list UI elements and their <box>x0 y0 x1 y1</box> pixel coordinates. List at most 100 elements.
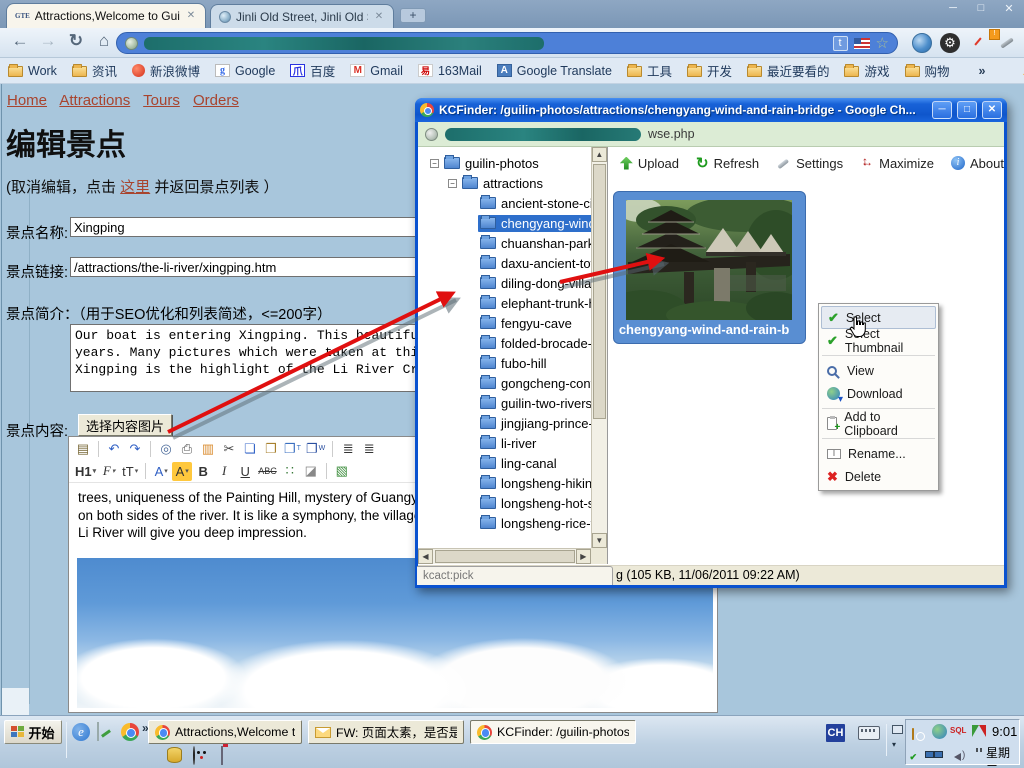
close-button[interactable]: ✕ <box>982 101 1002 119</box>
quicklaunch-database-icon[interactable] <box>167 747 182 763</box>
editor-tool-icon[interactable]: ↷ <box>125 439 145 458</box>
editor-tool-icon[interactable]: ▥ <box>198 439 218 458</box>
language-indicator[interactable]: CH <box>826 724 845 742</box>
choose-content-image-button[interactable]: 选择内容图片 <box>78 414 172 436</box>
scroll-down-icon[interactable]: ▼ <box>592 533 607 548</box>
menu-item-rename[interactable]: Rename... <box>821 442 936 465</box>
tab-jinli[interactable]: Jinli Old Street, Jinli Old Street <box>210 4 394 28</box>
editor-tool-icon[interactable]: ▧ <box>332 462 352 481</box>
translate-icon[interactable]: t <box>833 36 848 51</box>
address-bar[interactable]: t <box>116 32 898 54</box>
editor-tool-icon[interactable]: A▾ <box>151 462 171 481</box>
bookmark-item[interactable]: 工具 <box>627 61 672 80</box>
tree-item-guilin-photos[interactable]: −guilin-photos <box>418 153 607 173</box>
editor-tool-icon[interactable]: H1▾ <box>73 462 98 481</box>
editor-tool-icon[interactable]: ▤ <box>73 439 93 458</box>
editor-tool-icon[interactable]: ↶ <box>104 439 124 458</box>
tree-item-attractions[interactable]: −attractions <box>418 173 607 193</box>
bookmark-item[interactable]: MGmail <box>350 61 403 80</box>
tray-sql-icon[interactable]: SQL <box>950 724 965 739</box>
quicklaunch-chrome-icon[interactable] <box>121 723 139 741</box>
bookmark-item[interactable]: Work <box>8 61 57 80</box>
tree-item-guilin-two-rivers-and[interactable]: guilin-two-rivers-and <box>418 393 607 413</box>
tray-clock-icon[interactable] <box>912 728 914 740</box>
popup-address-bar[interactable]: wse.php <box>418 122 1004 147</box>
scroll-up-icon[interactable]: ▲ <box>592 147 607 162</box>
tree-item-fengyu-cave[interactable]: fengyu-cave <box>418 313 607 333</box>
editor-tool-icon[interactable]: ABC <box>256 462 279 481</box>
close-icon[interactable]: ✕ <box>1000 2 1018 15</box>
nav-tours[interactable]: Tours <box>143 92 180 109</box>
menu-item-select-thumbnail[interactable]: Select Thumbnail <box>821 329 936 352</box>
menu-item-download[interactable]: Download <box>821 382 936 405</box>
editor-tool-icon[interactable]: ✂ <box>219 439 239 458</box>
scroll-right-icon[interactable]: ▶ <box>576 549 591 564</box>
editor-tool-icon[interactable]: ≣ <box>359 439 379 458</box>
editor-tool-icon[interactable]: ❐W <box>304 439 327 458</box>
tree-horizontal-scrollbar[interactable]: ◀ ▶ <box>418 548 591 564</box>
bookmark-item[interactable]: 最近要看的 <box>747 61 830 80</box>
editor-tool-icon[interactable]: A▾ <box>172 462 192 481</box>
tray-globe-icon[interactable] <box>932 724 947 739</box>
about-button[interactable]: i About <box>951 156 1004 171</box>
tree-item-gongcheng-confucia[interactable]: gongcheng-confucia <box>418 373 607 393</box>
cascade-icon[interactable] <box>892 725 903 734</box>
maximize-button[interactable]: ↔↔ Maximize <box>860 156 934 171</box>
tree-item-li-river[interactable]: li-river <box>418 433 607 453</box>
tree-item-jingjiang-prince-city[interactable]: jingjiang-prince-city <box>418 413 607 433</box>
reload-button[interactable]: ↻ <box>64 31 88 51</box>
taskbar-button-attractions[interactable]: Attractions,Welcome to ... <box>148 720 302 744</box>
upload-button[interactable]: Upload <box>620 156 679 171</box>
editor-tool-icon[interactable]: ⎙ <box>177 439 197 458</box>
nav-home[interactable]: Home <box>7 92 47 109</box>
quicklaunch-spray-icon[interactable] <box>221 746 223 765</box>
editor-tool-icon[interactable]: ❐ <box>261 439 281 458</box>
bookmarks-overflow-chevron[interactable]: » <box>979 64 986 78</box>
tree-vertical-scrollbar[interactable]: ▲ ▼ <box>591 147 607 548</box>
bookmark-star-icon[interactable] <box>876 36 889 51</box>
bookmark-item[interactable]: 开发 <box>687 61 732 80</box>
back-button[interactable]: ← <box>8 31 32 51</box>
tree-item-chengyang-wind-an[interactable]: chengyang-wind-an <box>418 213 607 233</box>
extension-globe-icon[interactable] <box>912 33 932 53</box>
menu-item-add-to-clipboard[interactable]: Add to Clipboard <box>821 412 936 435</box>
tray-collapse-arrow[interactable]: ▾ <box>892 740 896 749</box>
cancel-here-link[interactable]: 这里 <box>120 179 150 196</box>
flag-icon[interactable] <box>854 38 870 49</box>
bookmark-item[interactable]: 爪百度 <box>290 61 335 80</box>
restore-icon[interactable]: □ <box>972 2 990 15</box>
tray-triangle-icon[interactable] <box>972 725 986 737</box>
bookmark-item[interactable]: 资讯 <box>72 61 117 80</box>
editor-tool-icon[interactable]: ◎ <box>156 439 176 458</box>
tree-item-ancient-stone-city[interactable]: ancient-stone-city <box>418 193 607 213</box>
bookmark-item[interactable]: gGoogle <box>215 61 275 80</box>
tree-item-fubo-hill[interactable]: fubo-hill <box>418 353 607 373</box>
minimize-icon[interactable]: ─ <box>944 2 962 15</box>
tree-item-diling-dong-village[interactable]: diling-dong-village <box>418 273 607 293</box>
keyboard-icon[interactable] <box>858 726 880 740</box>
settings-button[interactable]: Settings <box>776 156 843 171</box>
collapse-icon[interactable]: − <box>430 159 439 168</box>
maximize-button[interactable]: □ <box>957 101 977 119</box>
tree-item-daxu-ancient-town[interactable]: daxu-ancient-town <box>418 253 607 273</box>
editor-tool-icon[interactable]: ◪ <box>301 462 321 481</box>
editor-tool-icon[interactable]: ≣ <box>338 439 358 458</box>
bookmark-item[interactable]: AGoogle Translate <box>497 61 612 80</box>
tree-item-elephant-trunk-hill[interactable]: elephant-trunk-hill <box>418 293 607 313</box>
tab-attractions[interactable]: GTE Attractions,Welcome to Guilin <box>6 3 206 28</box>
quicklaunch-mail-icon[interactable]: e <box>72 723 90 741</box>
taskbar-button-kcfinder[interactable]: KCFinder: /guilin-photos/... <box>470 720 636 744</box>
extension-gear-icon[interactable] <box>940 33 960 53</box>
bookmark-item[interactable]: 游戏 <box>844 61 889 80</box>
scrollbar-thumb[interactable] <box>593 164 606 419</box>
editor-tool-icon[interactable]: F▾ <box>99 462 119 481</box>
menu-item-delete[interactable]: Delete <box>821 465 936 488</box>
editor-tool-icon[interactable]: ❏ <box>240 439 260 458</box>
refresh-button[interactable]: Refresh <box>696 154 759 172</box>
nav-orders[interactable]: Orders <box>193 92 239 109</box>
selected-thumbnail-tile[interactable]: chengyang-wind-and-rain-b <box>613 191 806 344</box>
tree-item-longsheng-hot-sprin[interactable]: longsheng-hot-sprin <box>418 493 607 513</box>
editor-tool-icon[interactable]: B <box>193 462 213 481</box>
tree-item-folded-brocade-hill[interactable]: folded-brocade-hill <box>418 333 607 353</box>
bookmark-item[interactable]: 易163Mail <box>418 61 482 80</box>
